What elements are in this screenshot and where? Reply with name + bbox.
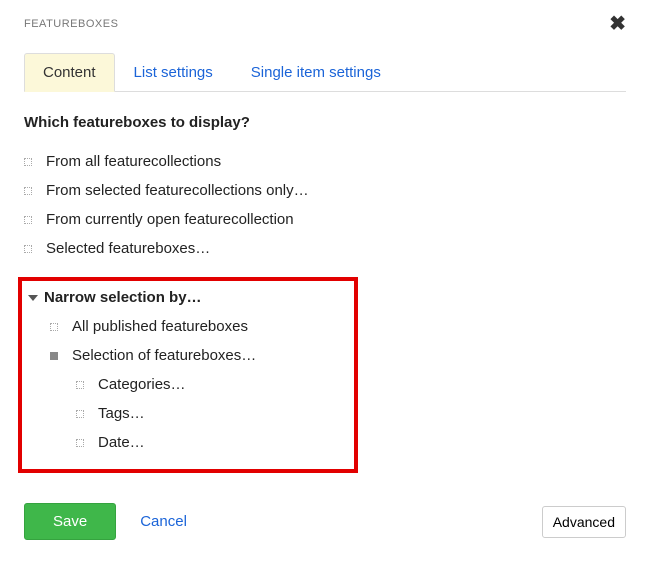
radio-icon: [24, 158, 32, 166]
checkbox-label: Tags…: [98, 405, 145, 422]
checkbox-categories[interactable]: Categories…: [76, 370, 348, 399]
save-button[interactable]: Save: [24, 503, 116, 540]
narrow-selection-highlight: Narrow selection by… All published featu…: [18, 277, 358, 473]
checkbox-tags[interactable]: Tags…: [76, 399, 348, 428]
radio-from-selected-collections[interactable]: From selected featurecollections only…: [24, 176, 626, 205]
checkbox-label: Categories…: [98, 376, 186, 393]
radio-label: Selected featureboxes…: [46, 240, 210, 257]
radio-all-published[interactable]: All published featureboxes: [50, 312, 348, 341]
checkbox-icon: [76, 381, 84, 389]
radio-label: All published featureboxes: [72, 318, 248, 335]
narrow-sub-options: Categories… Tags… Date…: [28, 370, 348, 457]
display-options: From all featurecollections From selecte…: [24, 147, 626, 263]
radio-icon: [24, 245, 32, 253]
narrow-heading: Narrow selection by…: [44, 289, 202, 306]
featureboxes-dialog: FEATUREBOXES ✖ Content List settings Sin…: [0, 0, 650, 564]
radio-selection-of-featureboxes[interactable]: Selection of featureboxes…: [50, 341, 348, 370]
radio-from-current[interactable]: From currently open featurecollection: [24, 205, 626, 234]
radio-from-all[interactable]: From all featurecollections: [24, 147, 626, 176]
radio-label: From all featurecollections: [46, 153, 221, 170]
dialog-footer: Save Cancel Advanced: [24, 503, 626, 540]
cancel-button[interactable]: Cancel: [140, 513, 187, 530]
radio-icon: [50, 323, 58, 331]
radio-icon: [24, 216, 32, 224]
checkbox-icon: [76, 410, 84, 418]
radio-icon: [50, 352, 58, 360]
narrow-selection-toggle[interactable]: Narrow selection by…: [28, 289, 348, 306]
dialog-title: FEATUREBOXES: [24, 18, 118, 30]
advanced-button[interactable]: Advanced: [542, 506, 626, 538]
tab-list-settings[interactable]: List settings: [115, 53, 232, 92]
radio-label: Selection of featureboxes…: [72, 347, 256, 364]
narrow-options: All published featureboxes Selection of …: [28, 312, 348, 370]
dialog-header: FEATUREBOXES ✖: [24, 14, 626, 34]
chevron-down-icon: [28, 295, 38, 301]
checkbox-date[interactable]: Date…: [76, 428, 348, 457]
radio-selected-featureboxes[interactable]: Selected featureboxes…: [24, 234, 626, 263]
radio-icon: [24, 187, 32, 195]
checkbox-icon: [76, 439, 84, 447]
checkbox-label: Date…: [98, 434, 145, 451]
tab-single-item-settings[interactable]: Single item settings: [232, 53, 400, 92]
section-heading: Which featureboxes to display?: [24, 114, 626, 131]
radio-label: From selected featurecollections only…: [46, 182, 309, 199]
tab-content[interactable]: Content: [24, 53, 115, 92]
close-icon[interactable]: ✖: [609, 14, 626, 34]
radio-label: From currently open featurecollection: [46, 211, 294, 228]
tab-bar: Content List settings Single item settin…: [24, 52, 626, 92]
